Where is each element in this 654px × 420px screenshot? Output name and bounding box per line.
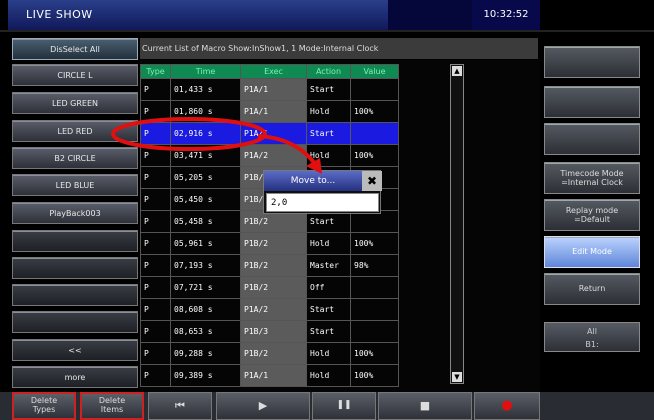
annotation-overlay <box>111 117 322 174</box>
highlight-ellipse <box>111 117 267 151</box>
annotation-arrow <box>257 134 320 170</box>
